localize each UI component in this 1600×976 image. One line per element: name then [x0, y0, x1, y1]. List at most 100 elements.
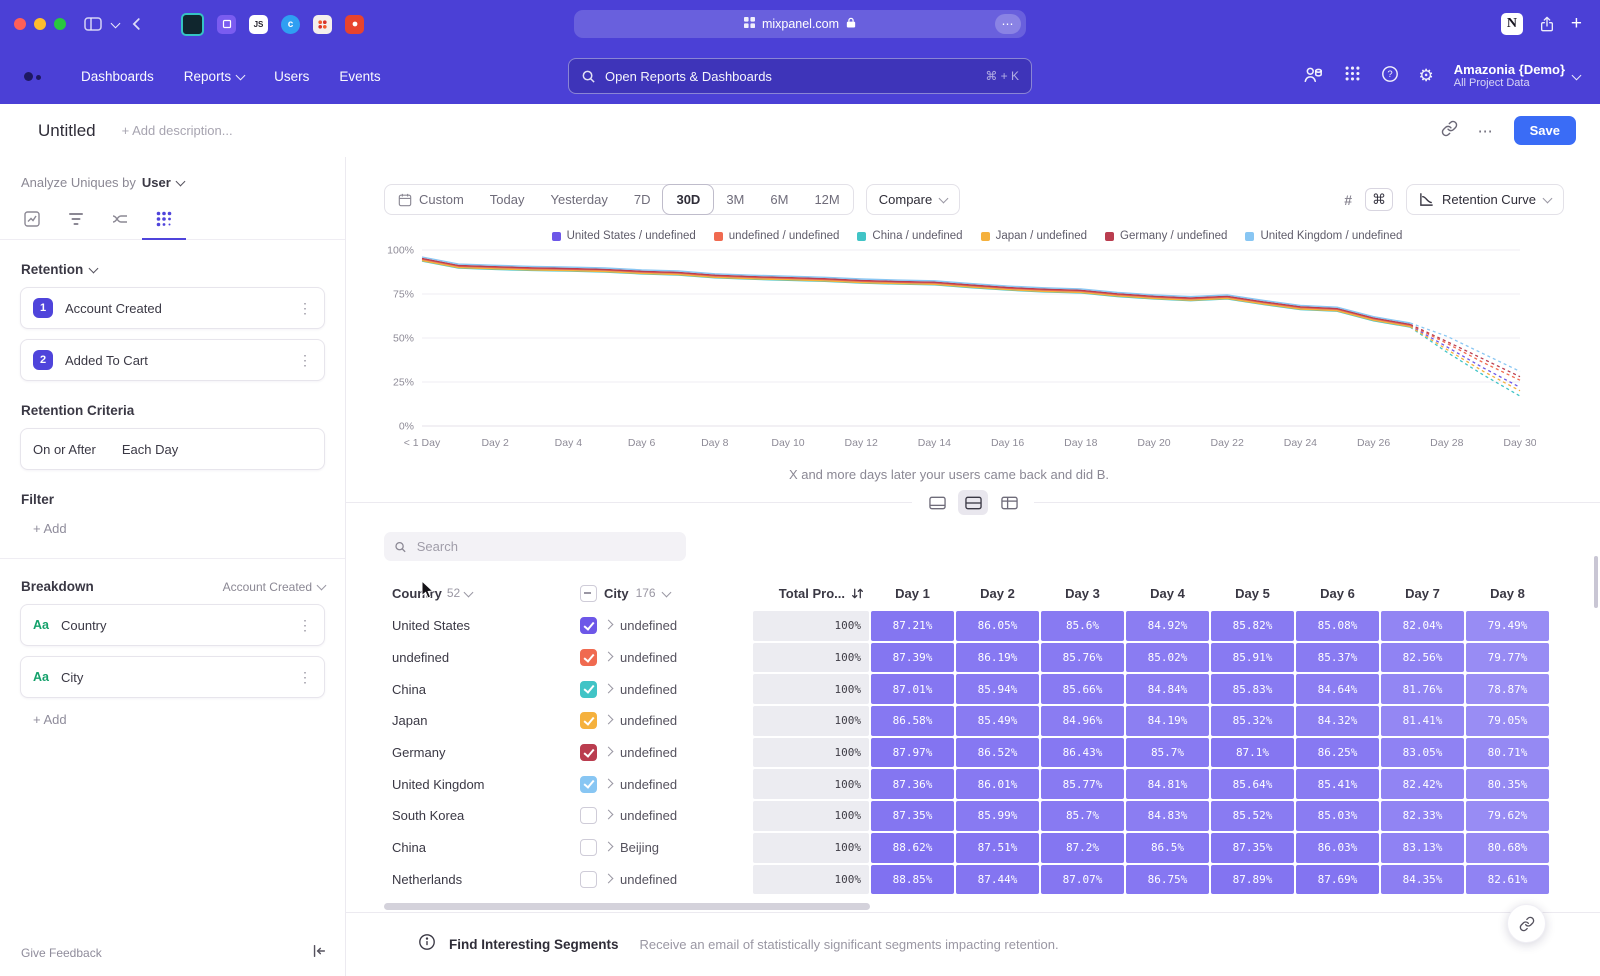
day-cell[interactable]: 87.69% — [1296, 865, 1379, 895]
breakdown-property-label[interactable]: City — [61, 670, 83, 685]
series-line[interactable] — [422, 257, 1410, 323]
horizontal-scrollbar[interactable] — [384, 903, 870, 910]
view-toggle-rows[interactable] — [958, 490, 988, 515]
day-cell[interactable]: 86.5% — [1126, 833, 1209, 863]
day-cell[interactable]: 85.91% — [1211, 643, 1294, 673]
step-card-2[interactable]: 2 Added To Cart ⋮ — [20, 339, 325, 381]
day-cell[interactable]: 79.49% — [1466, 611, 1549, 641]
day-cell[interactable]: 86.75% — [1126, 865, 1209, 895]
close-window-button[interactable] — [14, 18, 26, 30]
day-cell[interactable]: 87.35% — [1211, 833, 1294, 863]
notion-extension-icon[interactable]: N — [1501, 13, 1523, 35]
day-cell[interactable]: 85.41% — [1296, 769, 1379, 799]
chevron-down-icon[interactable] — [111, 18, 121, 28]
breakdown-card-city[interactable]: Aa City ⋮ — [20, 656, 325, 698]
tab-retention[interactable] — [142, 202, 186, 240]
row-checkbox[interactable] — [580, 617, 597, 634]
more-options-button[interactable]: ⋯ — [1478, 122, 1494, 140]
day-cell[interactable]: 87.1% — [1211, 738, 1294, 768]
day-cell[interactable]: 80.68% — [1466, 833, 1549, 863]
users-data-icon[interactable] — [1302, 64, 1324, 89]
expand-chevron-icon[interactable] — [604, 715, 614, 725]
row-checkbox[interactable] — [580, 807, 597, 824]
add-filter-button[interactable]: + Add — [33, 521, 345, 536]
series-line-projected[interactable] — [1410, 327, 1520, 391]
day-cell[interactable]: 84.84% — [1126, 674, 1209, 704]
row-checkbox[interactable] — [580, 681, 597, 698]
day-cell[interactable]: 85.66% — [1041, 674, 1124, 704]
vertical-scrollbar[interactable] — [1594, 556, 1598, 608]
day-cell[interactable]: 85.6% — [1041, 611, 1124, 641]
project-switcher[interactable]: Amazonia {Demo} All Project Data — [1454, 62, 1580, 90]
expand-chevron-icon[interactable] — [604, 873, 614, 883]
compare-button[interactable]: Compare — [866, 184, 960, 215]
expand-chevron-icon[interactable] — [604, 620, 614, 630]
browser-sidebar-icon[interactable] — [84, 16, 102, 32]
day-cell[interactable]: 84.83% — [1126, 801, 1209, 831]
day-cell[interactable]: 85.82% — [1211, 611, 1294, 641]
day-cell[interactable]: 87.07% — [1041, 865, 1124, 895]
step-event-label[interactable]: Account Created — [65, 301, 162, 316]
extension-icon[interactable] — [345, 15, 364, 34]
collapse-sidebar-icon[interactable] — [311, 943, 327, 962]
select-all-checkbox[interactable] — [580, 585, 597, 602]
day-cell[interactable]: 79.62% — [1466, 801, 1549, 831]
expand-chevron-icon[interactable] — [604, 810, 614, 820]
day-cell[interactable]: 85.37% — [1296, 643, 1379, 673]
nav-users[interactable]: Users — [274, 69, 309, 84]
day-cell[interactable]: 79.77% — [1466, 643, 1549, 673]
global-search[interactable]: Open Reports & Dashboards ⌘ + K — [568, 58, 1032, 94]
col-day-3[interactable]: Day 3 — [1040, 586, 1125, 601]
day-cell[interactable]: 81.76% — [1381, 674, 1464, 704]
address-bar[interactable]: mixpanel.com ⋯ — [574, 10, 1026, 38]
day-cell[interactable]: 86.25% — [1296, 738, 1379, 768]
row-checkbox[interactable] — [580, 744, 597, 761]
day-cell[interactable]: 85.02% — [1126, 643, 1209, 673]
col-day-6[interactable]: Day 6 — [1295, 586, 1380, 601]
save-button[interactable]: Save — [1514, 116, 1576, 145]
view-toggle-grid[interactable] — [994, 490, 1024, 515]
day-cell[interactable]: 85.94% — [956, 674, 1039, 704]
day-cell[interactable]: 82.56% — [1381, 643, 1464, 673]
day-cell[interactable]: 87.97% — [871, 738, 954, 768]
series-line-projected[interactable] — [1410, 326, 1520, 388]
extension-icon[interactable] — [217, 15, 236, 34]
col-day-5[interactable]: Day 5 — [1210, 586, 1295, 601]
expand-chevron-icon[interactable] — [604, 652, 614, 662]
chart-type-dropdown[interactable]: Retention Curve — [1406, 184, 1564, 215]
col-day-8[interactable]: Day 8 — [1465, 586, 1550, 601]
retention-section-header[interactable]: Retention — [21, 262, 325, 277]
day-cell[interactable]: 84.32% — [1296, 706, 1379, 736]
day-cell[interactable]: 84.96% — [1041, 706, 1124, 736]
legend-item[interactable]: Germany / undefined — [1105, 230, 1227, 242]
kebab-menu-icon[interactable]: ⋮ — [298, 617, 312, 634]
range-today[interactable]: Today — [477, 185, 538, 214]
nav-dashboards[interactable]: Dashboards — [81, 69, 154, 84]
range-yesterday[interactable]: Yesterday — [538, 185, 621, 214]
day-cell[interactable]: 82.61% — [1466, 865, 1549, 895]
day-cell[interactable]: 81.41% — [1381, 706, 1464, 736]
day-cell[interactable]: 87.89% — [1211, 865, 1294, 895]
day-cell[interactable]: 88.62% — [871, 833, 954, 863]
expand-chevron-icon[interactable] — [604, 747, 614, 757]
day-cell[interactable]: 82.42% — [1381, 769, 1464, 799]
give-feedback-link[interactable]: Give Feedback — [21, 946, 102, 960]
day-cell[interactable]: 82.04% — [1381, 611, 1464, 641]
row-checkbox[interactable] — [580, 776, 597, 793]
expand-chevron-icon[interactable] — [604, 778, 614, 788]
day-cell[interactable]: 80.35% — [1466, 769, 1549, 799]
row-checkbox[interactable] — [580, 649, 597, 666]
day-cell[interactable]: 84.19% — [1126, 706, 1209, 736]
day-cell[interactable]: 85.64% — [1211, 769, 1294, 799]
day-cell[interactable]: 87.01% — [871, 674, 954, 704]
row-checkbox[interactable] — [580, 712, 597, 729]
mixpanel-logo[interactable] — [24, 72, 41, 81]
day-cell[interactable]: 84.92% — [1126, 611, 1209, 641]
day-cell[interactable]: 86.03% — [1296, 833, 1379, 863]
day-cell[interactable]: 84.81% — [1126, 769, 1209, 799]
day-cell[interactable]: 79.05% — [1466, 706, 1549, 736]
series-line-projected[interactable] — [1410, 324, 1520, 376]
chevron-down-icon[interactable] — [464, 587, 474, 597]
back-button[interactable] — [129, 16, 145, 32]
sort-icon[interactable] — [851, 587, 864, 600]
